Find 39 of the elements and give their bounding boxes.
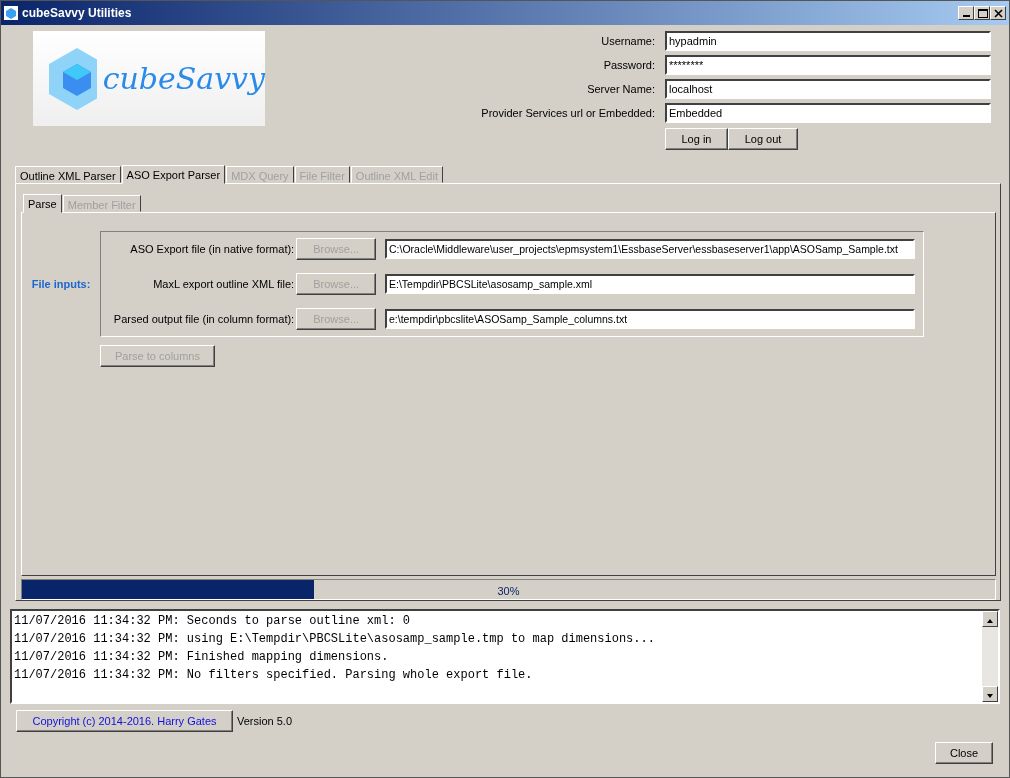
password-field[interactable]: ********: [665, 55, 991, 75]
copyright-button[interactable]: Copyright (c) 2014-2016. Harry Gates: [16, 710, 233, 732]
log-line: 11/07/2016 11:34:32 PM: No filters specified. Parsing whole export file.: [14, 667, 534, 684]
minimize-icon: [962, 15, 970, 17]
scrollbar[interactable]: [982, 611, 998, 702]
field-label: Username:: [600, 33, 655, 49]
close-icon: [991, 7, 1005, 19]
field-label: Password:: [602, 57, 655, 73]
close-button[interactable]: Close: [935, 742, 993, 764]
field-label: ASO Export file (in native format):: [129, 241, 295, 257]
provider-field[interactable]: Embedded: [665, 103, 991, 123]
cube-icon: [47, 45, 97, 112]
tab[interactable]: Outline XML Parser: [15, 166, 121, 183]
logo-text: cubeSavvy: [102, 60, 265, 98]
field-label: Parsed output file (in column format):: [112, 311, 295, 327]
login-button[interactable]: Log in: [665, 128, 728, 150]
field-label: MaxL export outline XML file:: [152, 276, 295, 292]
server-field[interactable]: localhost: [665, 79, 991, 99]
maximize-icon: [975, 7, 989, 19]
logout-button[interactable]: Log out: [728, 128, 798, 150]
maximize-button[interactable]: [974, 6, 990, 20]
section-label: File inputs:: [30, 276, 92, 292]
username-field[interactable]: hypadmin: [665, 31, 991, 51]
log-line: 11/07/2016 11:34:32 PM: using E:\Tempdir\PBCSLite\asosamp_sample.tmp to map dimensions...: [14, 631, 656, 648]
file-path-field[interactable]: e:\tempdir\pbcslite\ASOSamp_Sample_columns.txt: [385, 308, 915, 329]
field-label: Provider Services url or Embedded:: [481, 105, 655, 121]
minimize-button[interactable]: [958, 6, 974, 20]
version-label: Version 5.0: [237, 713, 293, 729]
tab[interactable]: Parse: [23, 193, 62, 213]
log-line: 11/07/2016 11:34:32 PM: Finished mapping dimensions.: [14, 649, 390, 666]
app-icon: [4, 6, 18, 20]
log-line: 11/07/2016 11:34:32 PM: Seconds to parse outline xml: 0: [14, 613, 412, 630]
tab[interactable]: ASO Export Parser: [121, 165, 226, 184]
file-path-field[interactable]: E:\Tempdir\PBCSLite\asosamp_sample.xml: [385, 273, 915, 294]
close-button[interactable]: [990, 6, 1006, 20]
window-title: cubeSavvy Utilities: [22, 5, 133, 22]
file-path-field[interactable]: C:\Oracle\Middleware\user_projects\epmsystem1\EssbaseServer\essbaseserver1\app\ASOSamp_Sample.txt: [385, 238, 915, 259]
field-label: Server Name:: [586, 81, 655, 97]
progress-reading: 30%: [497, 584, 520, 600]
